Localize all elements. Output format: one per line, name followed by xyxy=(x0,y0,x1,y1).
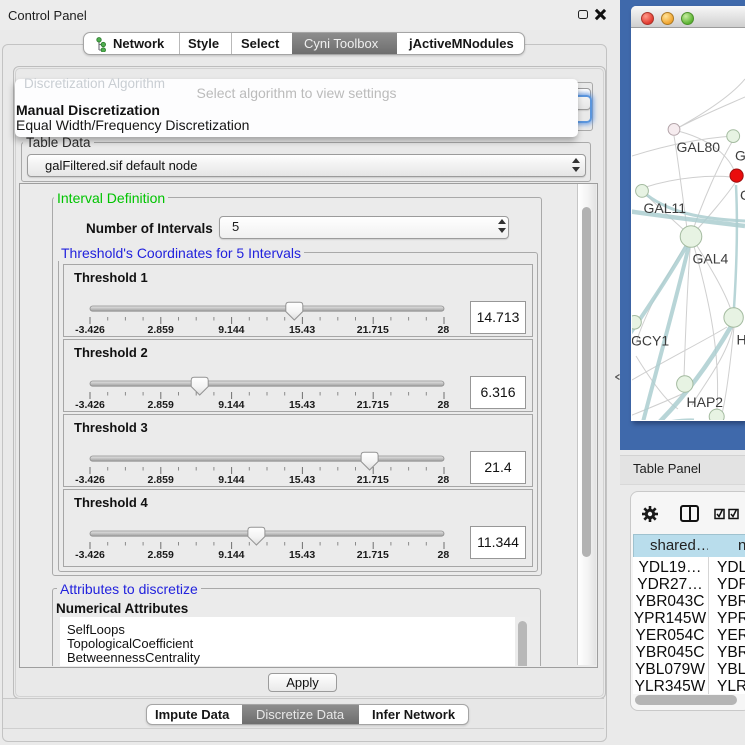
svg-text:C: C xyxy=(740,187,745,203)
svg-text:GA: GA xyxy=(735,148,745,164)
svg-text:HI: HI xyxy=(737,332,745,348)
svg-text:GAL4: GAL4 xyxy=(693,251,729,267)
svg-text:GAL11: GAL11 xyxy=(644,200,687,216)
svg-text:HAP2: HAP2 xyxy=(687,394,724,410)
svg-text:GAL80: GAL80 xyxy=(677,139,721,155)
svg-text:GCY1: GCY1 xyxy=(632,333,669,349)
